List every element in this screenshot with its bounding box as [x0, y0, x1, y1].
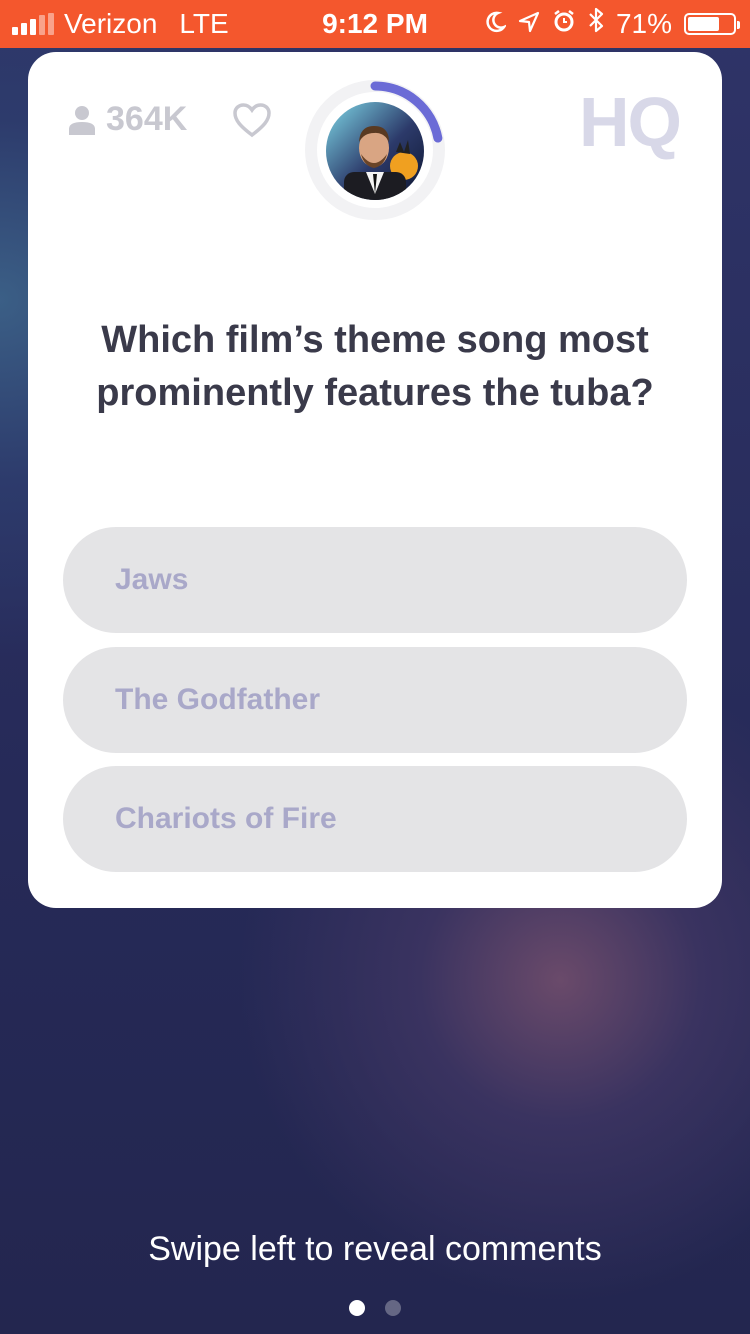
host-avatar — [326, 102, 424, 200]
location-icon — [518, 8, 540, 40]
status-right: 71% — [484, 7, 740, 40]
heart-icon[interactable] — [232, 102, 272, 142]
viewer-count: 364K — [68, 100, 187, 139]
question-card: 364K HQ Which film’s theme song most pro… — [28, 52, 722, 908]
answer-option[interactable]: Chariots of Fire — [63, 766, 687, 872]
page-dot[interactable] — [385, 1300, 401, 1316]
answer-option[interactable]: The Godfather — [63, 647, 687, 753]
alarm-icon — [552, 8, 576, 40]
battery-percent: 71% — [615, 7, 672, 39]
answer-option[interactable]: Jaws — [63, 527, 687, 633]
status-bar: Verizon LTE 9:12 PM 71% — [0, 0, 750, 48]
person-icon — [69, 105, 95, 135]
page-indicator[interactable] — [0, 1300, 750, 1316]
question-text: Which film’s theme song most prominently… — [96, 319, 654, 414]
bluetooth-icon — [588, 7, 604, 40]
battery-fill — [688, 16, 720, 31]
viewer-count-label: 364K — [106, 100, 188, 138]
battery-icon — [684, 12, 740, 35]
page-dot-active[interactable] — [349, 1300, 365, 1316]
hq-logo: HQ — [579, 83, 682, 161]
swipe-hint: Swipe left to reveal comments — [148, 1230, 602, 1268]
moon-icon — [484, 8, 508, 40]
